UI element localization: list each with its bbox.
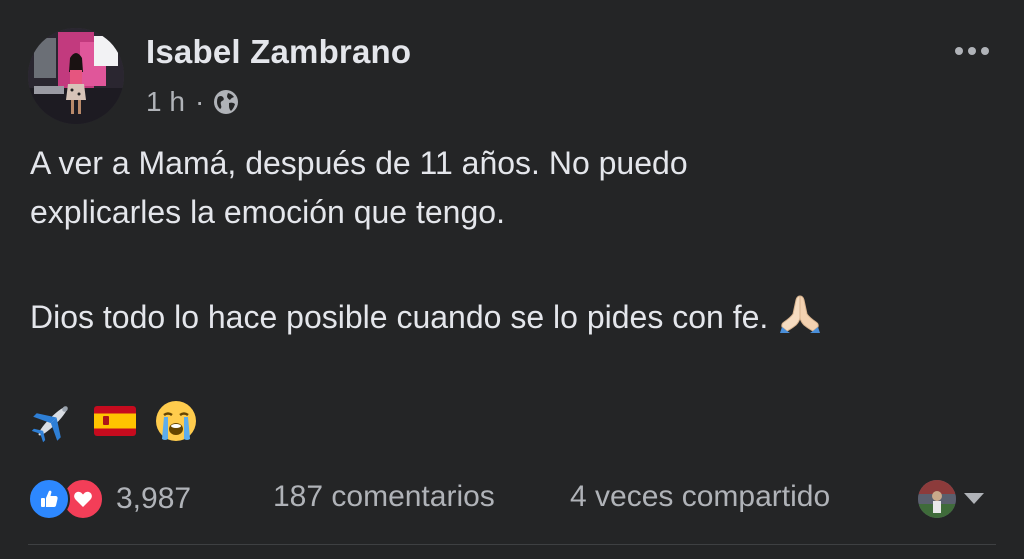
facebook-post: Isabel Zambrano 1 h · A ver a Mamá, desp… <box>0 0 1024 559</box>
more-options-button[interactable] <box>946 34 998 68</box>
praying-hands-icon <box>778 292 822 347</box>
author-name[interactable]: Isabel Zambrano <box>146 33 411 71</box>
reactions-summary[interactable]: 3,987 <box>28 478 191 520</box>
spain-flag-icon <box>94 406 136 441</box>
viewer-avatar[interactable] <box>918 480 956 518</box>
crying-face-icon <box>154 399 198 448</box>
post-timestamp[interactable]: 1 h <box>146 86 185 118</box>
post-text-content: Dios todo lo hace posible cuando se lo p… <box>30 298 769 335</box>
airplane-icon <box>30 398 76 449</box>
divider <box>28 544 996 545</box>
post-text-line: A ver a Mamá, después de 11 años. No pue… <box>30 145 688 181</box>
more-horizontal-icon <box>968 47 976 55</box>
more-horizontal-icon <box>955 47 963 55</box>
author-avatar[interactable] <box>28 28 124 124</box>
globe-icon[interactable] <box>212 88 240 116</box>
post-text-line: Dios todo lo hace posible cuando se lo p… <box>30 292 822 347</box>
meta-separator: · <box>194 86 205 117</box>
caret-down-icon[interactable] <box>964 493 984 504</box>
post-meta: 1 h · <box>146 84 240 120</box>
shares-count-link[interactable]: 4 veces compartido <box>570 480 830 514</box>
like-icon <box>28 478 70 520</box>
more-horizontal-icon <box>981 47 989 55</box>
post-text-line: explicarles la emoción que tengo. <box>30 194 505 230</box>
reaction-count[interactable]: 3,987 <box>116 482 191 516</box>
emoji-row <box>30 398 198 449</box>
comments-count-link[interactable]: 187 comentarios <box>273 480 495 514</box>
